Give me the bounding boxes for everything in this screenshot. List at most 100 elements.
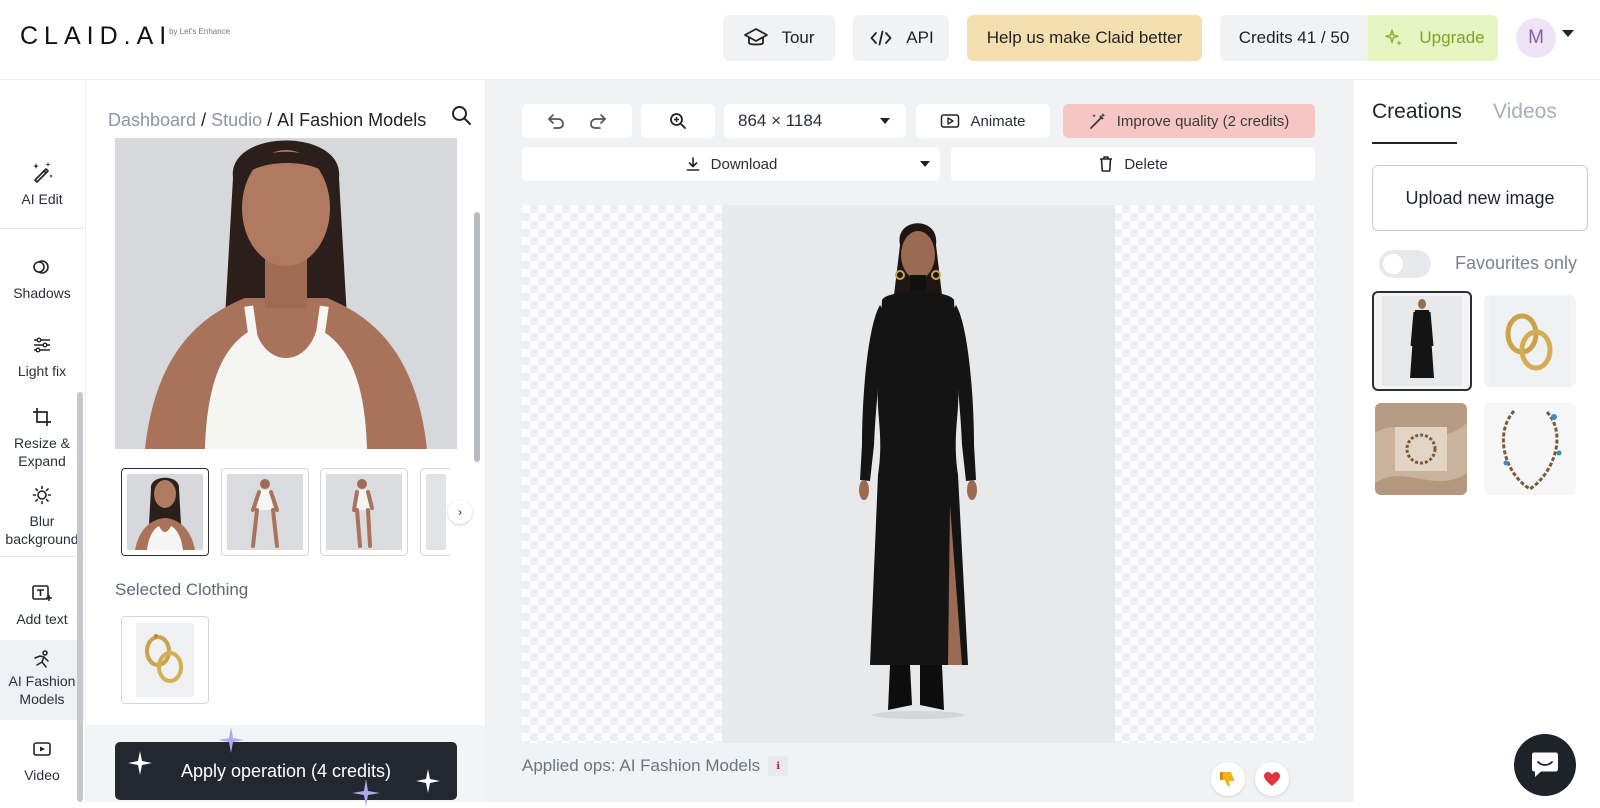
sidebar-scrollbar[interactable]: [77, 392, 83, 802]
info-icon[interactable]: ℹ: [768, 756, 789, 776]
model-thumbnail-partial[interactable]: [420, 468, 450, 556]
improve-label: Improve quality (2 credits): [1116, 112, 1290, 130]
tab-videos[interactable]: Videos: [1493, 100, 1557, 124]
thumbs-down-icon: [1219, 770, 1237, 788]
search-icon[interactable]: [446, 100, 476, 130]
model-thumbnail[interactable]: [320, 468, 408, 556]
size-value: 864 × 1184: [738, 111, 823, 130]
animate-label: Animate: [970, 112, 1026, 130]
credits-counter[interactable]: Credits 41 / 50: [1220, 15, 1368, 61]
tool-video[interactable]: Video: [0, 734, 84, 784]
breadcrumb-separator: /: [267, 110, 273, 130]
breadcrumb-dashboard[interactable]: Dashboard: [108, 110, 196, 130]
breadcrumb: Dashboard / Studio / AI Fashion Models: [108, 110, 426, 131]
creation-thumbnail[interactable]: [1372, 291, 1472, 391]
panel-scrollbar[interactable]: [474, 212, 480, 462]
tool-light-fix[interactable]: Light fix: [0, 330, 84, 380]
sparkle-icon: [416, 769, 440, 793]
favourites-toggle[interactable]: [1379, 250, 1431, 278]
creation-thumbnail[interactable]: [1375, 403, 1467, 495]
tool-label: Resize & Expand: [13, 435, 71, 469]
tab-creations[interactable]: Creations: [1372, 100, 1462, 124]
tour-label: Tour: [781, 28, 815, 47]
blur-icon: [27, 480, 57, 510]
feedback-button[interactable]: Help us make Claid better: [967, 15, 1202, 61]
chevron-down-icon: [880, 118, 890, 124]
graduation-cap-icon: [743, 25, 769, 51]
creations-panel: Creations Videos Upload new image Favour…: [1352, 80, 1600, 802]
code-icon: [868, 25, 894, 51]
magic-wand-icon: [1089, 112, 1107, 130]
top-header: CLAID.AI by Let's Enhance Tour API Help …: [0, 0, 1600, 80]
tool-label: Video: [24, 767, 60, 783]
applied-ops-text: Applied ops: AI Fashion Models: [522, 756, 761, 775]
favourite-button[interactable]: [1255, 762, 1289, 796]
chevron-right-icon[interactable]: ›: [448, 500, 472, 524]
sparkle-icon: [128, 751, 152, 775]
user-avatar[interactable]: M: [1516, 18, 1556, 58]
improve-quality-button[interactable]: Improve quality (2 credits): [1063, 104, 1315, 138]
magic-edit-icon: [27, 158, 57, 188]
delete-button[interactable]: Delete: [951, 147, 1315, 181]
tool-ai-edit[interactable]: AI Edit: [0, 158, 84, 208]
sliders-icon: [27, 330, 57, 360]
model-thumbnail[interactable]: [221, 468, 309, 556]
favourites-label: Favourites only: [1455, 253, 1578, 273]
editor-canvas-area: 864 × 1184 Animate Improve quality (2 cr…: [486, 80, 1352, 802]
upgrade-button[interactable]: Upgrade: [1368, 15, 1498, 61]
zoom-in-icon: [669, 112, 687, 130]
tool-resize-expand[interactable]: Resize & Expand: [0, 402, 84, 470]
download-label: Download: [710, 155, 778, 173]
chevron-down-icon[interactable]: [920, 161, 930, 167]
zoom-button[interactable]: [641, 104, 715, 138]
tool-label: Blur background: [5, 513, 79, 547]
sparkle-icon: [352, 779, 380, 807]
applied-operations: Applied ops: AI Fashion Models ℹ: [522, 756, 789, 776]
model-preview-image[interactable]: [115, 138, 457, 449]
download-button[interactable]: Download: [522, 147, 940, 181]
tool-ai-fashion-models[interactable]: AI Fashion Models: [0, 640, 84, 720]
creation-thumbnail[interactable]: [1484, 295, 1576, 387]
sparkle-icon: [218, 727, 244, 753]
selected-clothing-label: Selected Clothing: [115, 580, 249, 599]
animate-button[interactable]: Animate: [916, 104, 1050, 138]
tool-label: Add text: [16, 611, 68, 627]
add-text-icon: [27, 578, 57, 608]
heart-icon: [1263, 771, 1281, 787]
generated-model-image[interactable]: [722, 205, 1115, 743]
undo-icon[interactable]: [546, 111, 566, 131]
chevron-down-icon[interactable]: [1562, 30, 1574, 37]
crop-icon: [27, 402, 57, 432]
breadcrumb-studio[interactable]: Studio: [211, 110, 262, 130]
api-button[interactable]: API: [853, 15, 949, 61]
chat-icon: [1529, 751, 1561, 779]
tool-shadows[interactable]: Shadows: [0, 252, 84, 302]
dislike-button[interactable]: [1211, 762, 1245, 796]
creation-thumbnail[interactable]: [1484, 403, 1576, 495]
divider: [0, 228, 84, 229]
tool-label: AI Fashion Models: [8, 673, 76, 707]
tool-label: Shadows: [13, 285, 71, 301]
selected-clothing-thumbnail[interactable]: [121, 616, 209, 704]
tool-label: Light fix: [17, 363, 67, 379]
divider: [0, 556, 84, 557]
chat-support-button[interactable]: [1514, 734, 1576, 796]
undo-redo-group: [522, 104, 632, 138]
download-icon: [685, 156, 701, 172]
tool-label: AI Edit: [21, 191, 63, 207]
tool-blur-background[interactable]: Blur background: [0, 480, 84, 548]
tool-add-text[interactable]: Add text: [0, 578, 84, 628]
output-size-select[interactable]: 864 × 1184: [724, 104, 906, 138]
tour-button[interactable]: Tour: [723, 15, 835, 61]
claid-logo[interactable]: CLAID.AI: [20, 22, 172, 51]
upload-new-image-button[interactable]: Upload new image: [1372, 165, 1588, 231]
model-thumbnail[interactable]: [121, 468, 209, 556]
image-canvas[interactable]: [522, 205, 1315, 743]
apply-operation-button[interactable]: Apply operation (4 credits): [115, 727, 457, 807]
video-icon: [27, 734, 57, 764]
tool-sidebar: AI Edit Shadows Light fix Resize & Expan…: [0, 80, 86, 802]
breadcrumb-separator: /: [201, 110, 207, 130]
video-icon: [940, 113, 960, 129]
redo-icon[interactable]: [588, 111, 608, 131]
active-tab-indicator: [1372, 142, 1457, 144]
